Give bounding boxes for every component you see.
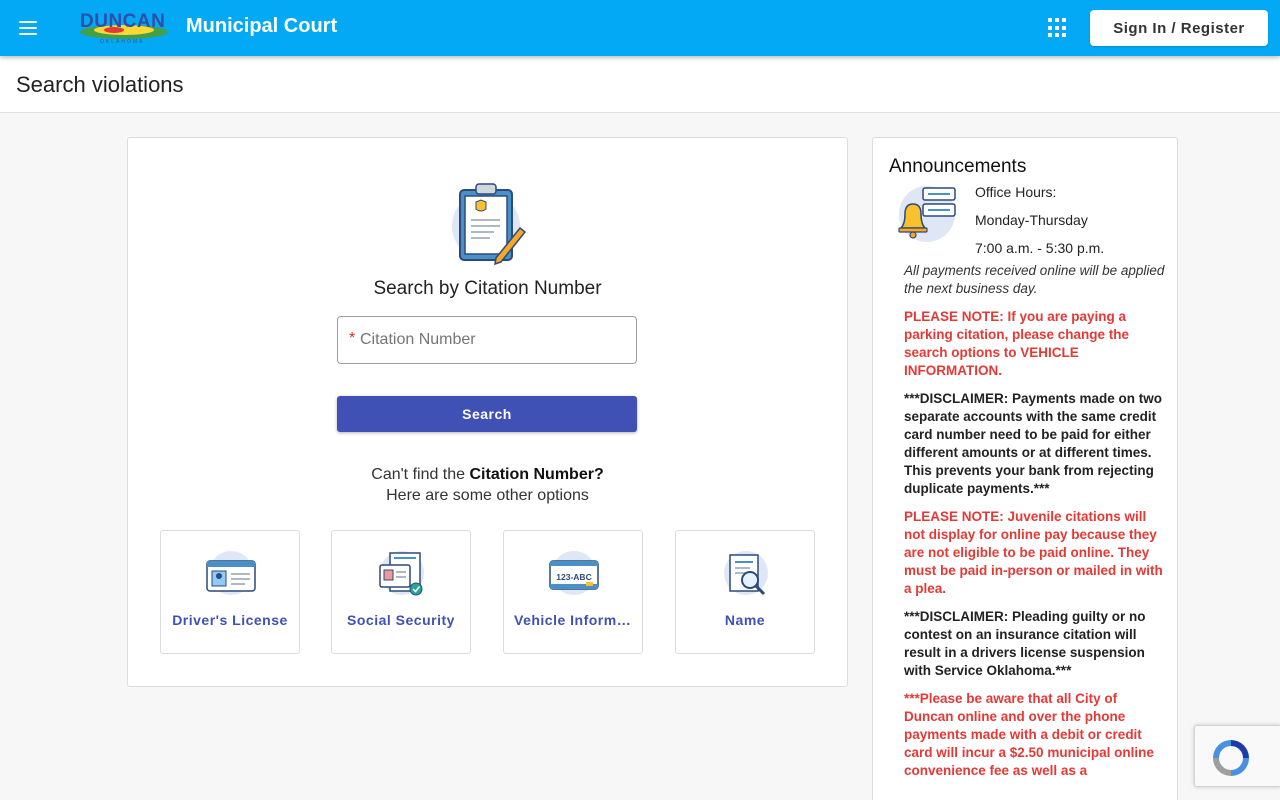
note-parking: PLEASE NOTE: If you are paying a parking… (904, 309, 1130, 378)
option-label: Driver's License (172, 612, 288, 628)
recaptcha-badge[interactable] (1194, 725, 1280, 787)
bell-notification-icon (898, 186, 956, 242)
name-search-icon (724, 551, 768, 596)
announcements-title: Announcements (889, 156, 1027, 177)
search-heading: Search by Citation Number (373, 278, 602, 299)
menu-icon[interactable] (12, 12, 44, 44)
required-marker: * (349, 330, 356, 347)
city-logo[interactable]: DUNCAN OKLAHOMA (74, 8, 174, 48)
hours-days: Monday-Thursday (975, 212, 1088, 228)
disclaimer-credit-cards: ***DISCLAIMER: Payments made on two sepa… (904, 391, 1163, 496)
clipboard-icon (452, 183, 527, 266)
app-title: Municipal Court (186, 15, 338, 37)
option-name[interactable]: Name (675, 530, 815, 654)
plate-text: 123-ABC (556, 572, 591, 582)
top-app-bar: DUNCAN OKLAHOMA Municipal Court Sign In … (0, 0, 1280, 56)
drivers-license-icon (206, 551, 256, 595)
page-title: Search violations (16, 72, 184, 97)
social-security-icon (379, 551, 424, 596)
option-social-security[interactable]: Social Security (331, 530, 471, 654)
cant-find-bold: Citation Number? (469, 466, 604, 483)
logo-subtext: OKLAHOMA (100, 39, 145, 45)
disclaimer-insurance: ***DISCLAIMER: Pleading guilty or no con… (904, 609, 1146, 678)
sign-in-register-button[interactable]: Sign In / Register (1090, 10, 1268, 46)
citation-number-input[interactable] (360, 317, 630, 363)
note-convenience-fee: ***Please be aware that all City of Dunc… (904, 691, 1154, 778)
option-vehicle-information[interactable]: 123-ABC Vehicle Information (503, 530, 643, 654)
hours-label: Office Hours: (975, 184, 1057, 200)
search-button[interactable]: Search (337, 396, 637, 432)
page-header: Search violations (0, 56, 1280, 113)
office-hours: Office Hours: Monday-Thursday 7:00 a.m. … (975, 178, 1104, 262)
vehicle-plate-icon: 123-ABC (549, 551, 599, 595)
option-label: Social Security (347, 612, 455, 628)
search-card: Search by Citation Number * Search Can't… (127, 137, 848, 687)
option-label: Name (724, 612, 766, 628)
option-label: Vehicle Information (514, 612, 632, 628)
other-options-text: Can't find the Citation Number? Here are… (128, 464, 847, 506)
announcements-panel: Announcements Office Hours: Monday-Thurs… (872, 137, 1178, 800)
option-drivers-license[interactable]: Driver's License (160, 530, 300, 654)
cant-find-prefix: Can't find the (371, 466, 466, 483)
logo-text: DUNCAN (80, 11, 166, 32)
note-juvenile: PLEASE NOTE: Juvenile citations will not… (904, 509, 1163, 596)
hours-time: 7:00 a.m. - 5:30 p.m. (975, 240, 1105, 256)
apps-grid-icon[interactable] (1048, 18, 1068, 38)
other-options-hint: Here are some other options (386, 487, 589, 504)
announcement-body: All payments received online will be app… (904, 262, 1166, 790)
citation-number-field[interactable]: * (337, 316, 637, 364)
recaptcha-icon (1213, 740, 1249, 776)
note-online-payments: All payments received online will be app… (904, 263, 1165, 296)
